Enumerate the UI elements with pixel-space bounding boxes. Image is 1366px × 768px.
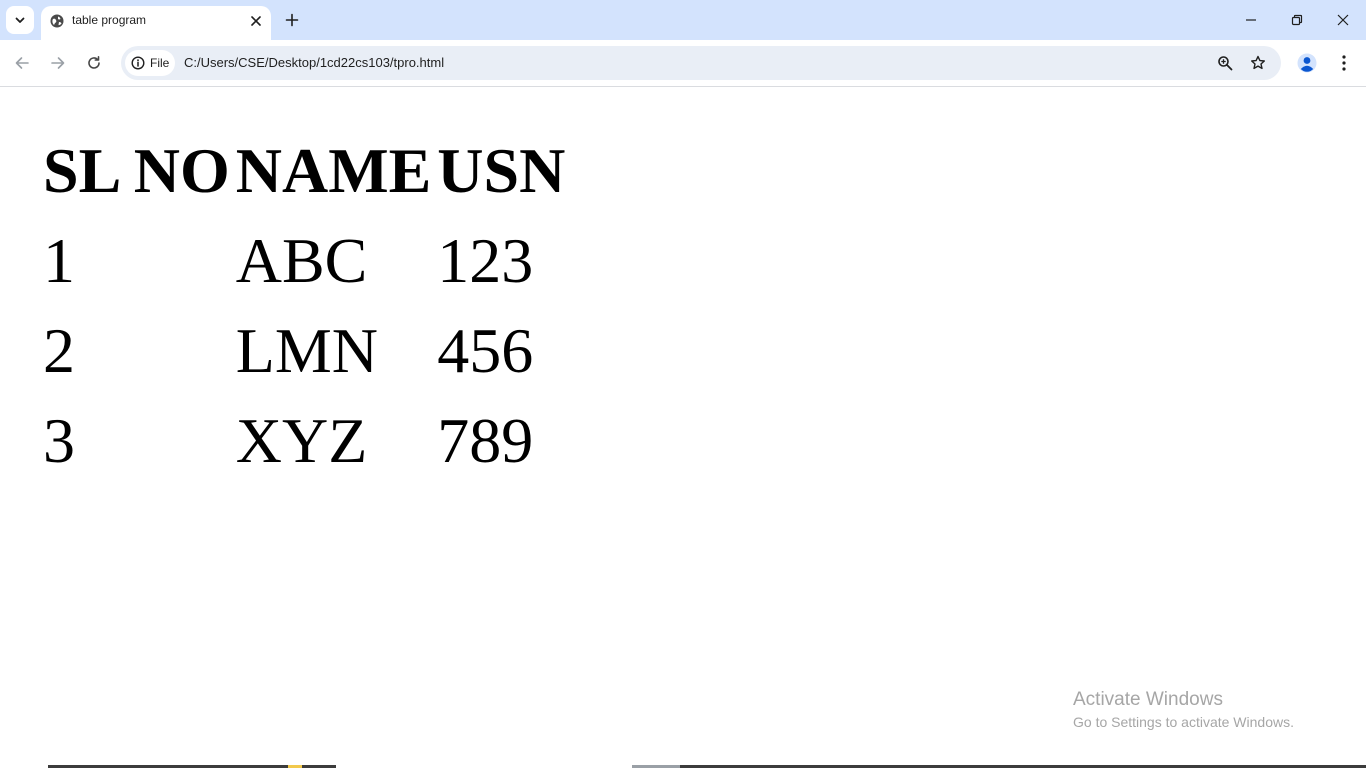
student-table: SL NO NAME USN 1 ABC 123 2 LMN 456 3 XYZ… [37,123,571,489]
arrow-left-icon [15,57,29,69]
cell-name: ABC [235,225,368,296]
cell-name: LMN [235,315,378,386]
cell-sl-no: 3 [43,405,75,476]
profile-button[interactable] [1295,51,1319,75]
table-row: 2 LMN 456 [43,309,565,393]
cell-usn: 123 [437,225,534,296]
table-header-row: SL NO NAME USN [43,129,565,213]
bookmark-button[interactable] [1247,52,1269,74]
cell-usn: 456 [437,315,534,386]
zoom-icon [1218,56,1233,71]
header-usn: USN [437,135,566,206]
forward-button[interactable] [44,49,72,77]
restore-button[interactable] [1274,0,1320,40]
tab-title: table program [72,13,147,27]
browser-menu-button[interactable] [1332,51,1356,75]
cell-usn: 789 [437,405,534,476]
header-sl-no: SL NO [43,135,230,206]
star-icon [1251,55,1265,70]
reload-icon [88,56,100,69]
info-icon [131,56,145,70]
site-info-label: File [150,56,170,70]
activation-watermark: Activate Windows Go to Settings to activ… [1073,688,1294,732]
url-text[interactable]: C:/Users/CSE/Desktop/1cd22cs103/tpro.htm… [184,55,444,70]
tab-strip: table program [0,0,1366,40]
cell-sl-no: 2 [43,315,75,386]
kebab-menu-icon [1342,55,1346,71]
table-row: 1 ABC 123 [43,219,565,303]
close-icon [1337,14,1349,26]
close-icon [251,16,261,26]
plus-icon [285,13,299,27]
browser-toolbar: File C:/Users/CSE/Desktop/1cd22cs103/tpr… [0,40,1366,87]
watermark-subtitle: Go to Settings to activate Windows. [1073,714,1294,730]
minimize-icon [1246,19,1256,21]
back-button[interactable] [8,49,36,77]
header-name: NAME [235,135,432,206]
table-row: 3 XYZ 789 [43,399,565,483]
globe-icon [50,14,64,28]
close-window-button[interactable] [1320,0,1366,40]
browser-tab-active[interactable]: table program [41,6,271,40]
arrow-right-icon [51,57,65,69]
site-info-chip[interactable]: File [125,50,175,76]
cell-sl-no: 1 [43,225,75,296]
new-tab-button[interactable] [280,8,304,32]
person-icon [1297,53,1317,73]
reload-button[interactable] [80,49,108,77]
tab-search-button[interactable] [6,6,34,34]
address-bar[interactable]: File C:/Users/CSE/Desktop/1cd22cs103/tpr… [121,46,1281,80]
restore-icon [1291,14,1303,26]
chevron-down-icon [15,17,25,23]
cell-name: XYZ [235,405,368,476]
minimize-button[interactable] [1228,0,1274,40]
watermark-title: Activate Windows [1073,689,1223,710]
page-content: SL NO NAME USN 1 ABC 123 2 LMN 456 3 XYZ… [0,87,1366,768]
tab-close-button[interactable] [247,12,265,30]
zoom-button[interactable] [1214,52,1236,74]
